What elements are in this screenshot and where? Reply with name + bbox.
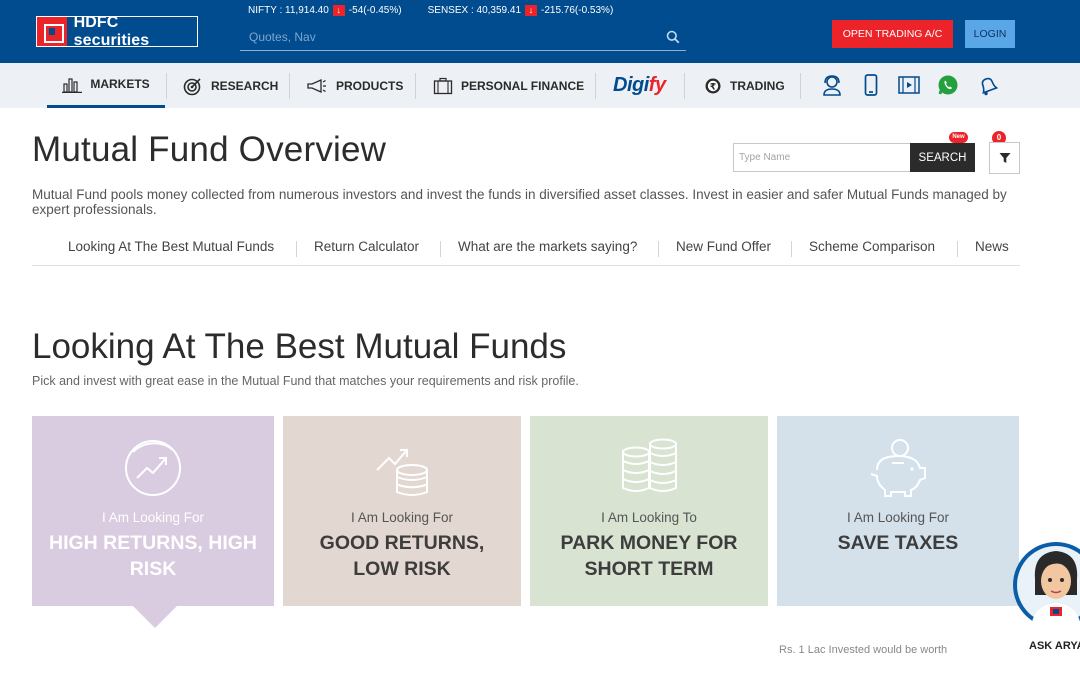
nav-research[interactable]: RESEARCH [183,63,278,108]
whatsapp-new-badge: New [949,132,968,143]
subnav-divider [791,241,792,257]
card-main-label: GOOD RETURNS, LOW RISK [319,532,485,580]
mobile-icon[interactable] [859,73,883,97]
search-icon[interactable] [666,30,680,44]
nav-research-label: RESEARCH [211,78,279,93]
quote-search-input[interactable] [240,26,640,48]
card-pre-label: I Am Looking For [350,510,454,525]
card-main-label: PARK MONEY FOR SHORT TERM [560,532,738,580]
assistant-avatar-icon[interactable] [1011,539,1080,639]
fund-name-search-input[interactable] [733,143,911,172]
card-main-label: HIGH RETURNS, HIGH RISK [48,532,257,580]
card-pre-label: I Am Looking For [846,510,950,525]
fund-card-park-money[interactable]: I Am Looking To PARK MONEY FOR SHORT TER… [530,416,768,606]
sensex-ticker[interactable]: SENSEX : 40,359.41 ↓ -215.76(-0.53%) [427,5,614,16]
support-agent-icon[interactable] [820,73,844,97]
rupee-coin-icon: ₹ [705,78,721,93]
fund-card-good-returns[interactable]: I Am Looking For GOOD RETURNS, LOW RISK [283,416,521,606]
nifty-value: NIFTY : 11,914.40 [248,5,329,16]
nav-divider [684,73,685,99]
nav-trading-label: TRADING [730,78,785,93]
subnav-divider [440,241,441,257]
hdfc-logo[interactable]: HDFC securities [36,13,198,49]
quote-search-box [240,26,686,51]
sensex-change: -215.76(-0.53%) [541,5,614,16]
nav-divider [595,73,596,99]
digify-logo: Digify [613,74,666,96]
brand-name: HDFC securities [73,13,150,49]
coins-growth-icon [376,449,428,496]
login-button[interactable]: LOGIN [965,20,1015,48]
subnav-best-mutual-funds[interactable]: Looking At The Best Mutual Funds [68,239,274,254]
nav-divider [289,73,290,99]
fund-card-save-taxes[interactable]: I Am Looking For SAVE TAXES [777,416,1019,606]
subnav-divider [658,241,659,257]
card-main-label: SAVE TAXES [837,532,959,554]
subnav-scheme-comparison[interactable]: Scheme Comparison [809,239,935,254]
filter-button[interactable] [989,142,1020,174]
briefcase-icon [433,77,453,94]
bar-chart-icon [62,78,83,93]
nav-products-label: PRODUCTS [336,78,404,93]
fund-card-high-returns[interactable]: I Am Looking For HIGH RETURNS, HIGH RISK [32,416,274,606]
megaphone-icon [307,78,326,93]
subnav-divider [296,241,297,257]
coin-stacks-icon [622,438,677,492]
nav-personal-finance-label: PERSONAL FINANCE [461,78,585,93]
target-icon [183,77,201,95]
market-tickers: NIFTY : 11,914.40 ↓ -54(-0.45%) SENSEX :… [248,5,613,16]
overview-description: Mutual Fund pools money collected from n… [32,187,1007,217]
subnav-return-calculator[interactable]: Return Calculator [314,239,419,254]
investment-worth-label: Rs. 1 Lac Invested would be worth [779,644,948,656]
best-funds-description: Pick and invest with great ease in the M… [32,374,579,388]
nav-trading[interactable]: ₹ TRADING [704,63,785,108]
section-subnav: Looking At The Best Mutual Funds Return … [32,234,1020,266]
piggy-bank-icon [870,439,926,497]
subnav-new-fund-offer[interactable]: New Fund Offer [676,239,771,254]
sensex-value: SENSEX : 40,359.41 [427,5,522,16]
fund-search-button[interactable]: SEARCH [910,143,975,172]
subnav-news[interactable]: News [975,239,1009,254]
open-trading-account-button[interactable]: OPEN TRADING A/C [832,20,953,48]
filter-icon [999,153,1010,163]
page-title: Mutual Fund Overview [32,130,387,169]
nifty-change: -54(-0.45%) [348,5,402,16]
nav-personal-finance[interactable]: PERSONAL FINANCE [433,63,584,108]
nav-divider [800,73,801,99]
growth-circle-icon [125,440,181,496]
nav-divider [415,73,416,99]
nav-products[interactable]: PRODUCTS [306,63,403,108]
main-nav: MARKETS RESEARCH PRODUCTS PERSONAL FINAN… [0,63,1080,145]
nav-markets-label: MARKETS [90,77,150,91]
subnav-divider [957,241,958,257]
nav-markets[interactable]: MARKETS [47,63,165,108]
subnav-markets-saying[interactable]: What are the markets saying? [458,239,637,254]
down-arrow-icon: ↓ [332,5,345,16]
video-icon[interactable] [897,73,921,97]
whatsapp-icon[interactable] [936,73,960,97]
card-pre-label: I Am Looking For [101,510,205,525]
ask-arya-label[interactable]: ASK ARYA [1029,640,1080,652]
nifty-ticker[interactable]: NIFTY : 11,914.40 ↓ -54(-0.45%) [248,5,402,16]
notification-bell-icon[interactable] [975,73,999,97]
selected-card-pointer [133,606,177,628]
down-arrow-icon: ↓ [525,5,538,16]
card-pre-label: I Am Looking To [601,510,697,525]
top-bar: HDFC securities NIFTY : 11,914.40 ↓ -54(… [0,0,1080,63]
hdfc-logo-mark-icon [37,17,67,46]
nav-digify[interactable]: Digify [613,63,666,108]
best-funds-title: Looking At The Best Mutual Funds [32,327,567,366]
svg-text:₹: ₹ [710,82,716,92]
nav-divider [166,73,167,99]
